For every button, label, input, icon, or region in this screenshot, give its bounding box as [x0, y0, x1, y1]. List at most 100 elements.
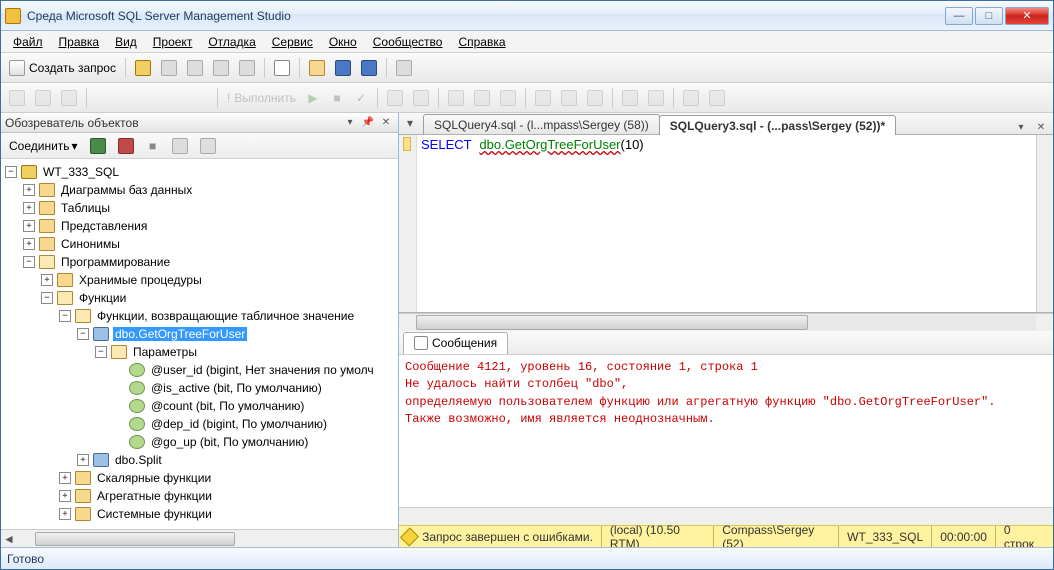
toolbar-open[interactable] [305, 57, 329, 79]
toolbar-btn-4[interactable] [209, 57, 233, 79]
toolbar-new-file[interactable] [270, 57, 294, 79]
save-all-icon [361, 60, 377, 76]
messages-pane[interactable]: Сообщение 4121, уровень 16, состояние 1,… [399, 355, 1053, 507]
connect-button[interactable]: Соединить ▾ [5, 135, 82, 157]
tree-functions[interactable]: −Функции [1, 289, 398, 307]
tree-stored-procs[interactable]: +Хранимые процедуры [1, 271, 398, 289]
tab-sqlquery4[interactable]: SQLQuery4.sql - (l...mpass\Sergey (58)) [423, 114, 660, 134]
main-toolbar: Создать запрос [1, 53, 1053, 83]
results-tabbar: Сообщения [399, 331, 1053, 355]
editor-vscrollbar[interactable] [1036, 135, 1053, 312]
menu-service[interactable]: Сервис [264, 33, 321, 51]
tree-param[interactable]: @user_id (bigint, Нет значения по умолч [1, 361, 398, 379]
menu-window[interactable]: Окно [321, 33, 365, 51]
menu-community[interactable]: Сообщество [365, 33, 451, 51]
tree-param[interactable]: @count (bit, По умолчанию) [1, 397, 398, 415]
maximize-button[interactable]: □ [975, 7, 1003, 25]
menu-view[interactable]: Вид [107, 33, 145, 51]
filter-icon [200, 138, 216, 154]
tree-param[interactable]: @is_active (bit, По умолчанию) [1, 379, 398, 397]
stop-conn-button[interactable]: ■ [142, 135, 164, 157]
folder-open-icon [75, 309, 91, 323]
folder-icon [75, 507, 91, 521]
toolbar-btn-5[interactable] [235, 57, 259, 79]
qt-btn-d [470, 87, 494, 109]
tabs-dropdown[interactable]: ▾ [403, 116, 417, 130]
menu-edit[interactable]: Правка [51, 33, 108, 51]
panel-close[interactable]: ✕ [378, 116, 394, 130]
tree-parameters[interactable]: −Параметры [1, 343, 398, 361]
object-tree[interactable]: −WT_333_SQL +Диаграммы баз данных +Табли… [1, 159, 398, 529]
messages-tab[interactable]: Сообщения [403, 332, 508, 354]
status-db: WT_333_SQL [838, 526, 931, 547]
folder-icon [39, 219, 55, 233]
tree-synonyms[interactable]: +Синонимы [1, 235, 398, 253]
uncomment-icon [709, 90, 725, 106]
tree-db-node[interactable]: −WT_333_SQL [1, 163, 398, 181]
refresh-button[interactable] [168, 135, 192, 157]
folder-icon [39, 237, 55, 251]
toolbar-activity[interactable] [392, 57, 416, 79]
menu-debug[interactable]: Отладка [200, 33, 263, 51]
generic-icon [500, 90, 516, 106]
panel-dropdown[interactable]: ▾ [342, 116, 358, 130]
toolbar-save[interactable] [331, 57, 355, 79]
minimize-button[interactable]: — [945, 7, 973, 25]
tree-table-funcs[interactable]: −Функции, возвращающие табличное значени… [1, 307, 398, 325]
menu-project[interactable]: Проект [145, 33, 201, 51]
tree-views[interactable]: +Представления [1, 217, 398, 235]
tree-tables[interactable]: +Таблицы [1, 199, 398, 217]
folder-open-icon [111, 345, 127, 359]
toolbar-separator [377, 88, 378, 108]
new-query-button[interactable]: Создать запрос [5, 57, 120, 79]
panel-pin[interactable]: 📌 [360, 116, 376, 130]
editor-panel: ▾ SQLQuery4.sql - (l...mpass\Sergey (58)… [399, 113, 1053, 547]
parameter-icon [129, 363, 145, 377]
toolbar-separator [86, 88, 87, 108]
close-button[interactable]: ✕ [1005, 7, 1049, 25]
parameter-icon [129, 399, 145, 413]
generic-icon [474, 90, 490, 106]
generic-icon [187, 60, 203, 76]
object-explorer-title: Обозреватель объектов [5, 116, 139, 130]
warning-icon [400, 527, 419, 546]
status-rows: 0 строк [995, 526, 1049, 547]
editor-hscrollbar[interactable] [399, 313, 1053, 331]
generic-icon [561, 90, 577, 106]
tabs-overflow[interactable]: ▾ [1013, 120, 1029, 134]
tree-hscrollbar[interactable]: ◄ [1, 529, 398, 547]
toolbar-btn-3[interactable] [183, 57, 207, 79]
connect-icon-button[interactable] [86, 135, 110, 157]
filter-button[interactable] [196, 135, 220, 157]
toolbar-btn-2[interactable] [157, 57, 181, 79]
code-area[interactable]: SELECT dbo.GetOrgTreeForUser(10) [417, 135, 1036, 312]
toolbar-saveall[interactable] [357, 57, 381, 79]
tree-programmability[interactable]: −Программирование [1, 253, 398, 271]
tree-param[interactable]: @dep_id (bigint, По умолчанию) [1, 415, 398, 433]
menubar: Файл Правка Вид Проект Отладка Сервис Ок… [1, 31, 1053, 53]
disconnect-button[interactable] [114, 135, 138, 157]
tab-sqlquery3[interactable]: SQLQuery3.sql - (...pass\Sergey (52))* [659, 115, 896, 135]
tree-fn-getorgtree[interactable]: −dbo.GetOrgTreeForUser [1, 325, 398, 343]
qt-btn-e [496, 87, 520, 109]
tree-diagrams[interactable]: +Диаграммы баз данных [1, 181, 398, 199]
generic-icon [387, 90, 403, 106]
qt-btn-3 [57, 87, 81, 109]
app-statusbar: Готово [1, 547, 1053, 569]
tree-fn-split[interactable]: +dbo.Split [1, 451, 398, 469]
tree-param[interactable]: @go_up (bit, По умолчанию) [1, 433, 398, 451]
toolbar-separator [264, 58, 265, 78]
toolbar-separator [125, 58, 126, 78]
status-login: Compass\Sergey (52) [713, 526, 838, 547]
menu-help[interactable]: Справка [450, 33, 513, 51]
menu-file[interactable]: Файл [5, 33, 51, 51]
sql-editor[interactable]: SELECT dbo.GetOrgTreeForUser(10) [399, 135, 1053, 313]
generic-icon [213, 60, 229, 76]
toolbar-db-button[interactable] [131, 57, 155, 79]
tab-close[interactable]: ✕ [1033, 120, 1049, 134]
tree-scalar-funcs[interactable]: +Скалярные функции [1, 469, 398, 487]
generic-icon [413, 90, 429, 106]
tree-aggregate-funcs[interactable]: +Агрегатные функции [1, 487, 398, 505]
qt-btn-1 [5, 87, 29, 109]
tree-system-funcs[interactable]: +Системные функции [1, 505, 398, 523]
